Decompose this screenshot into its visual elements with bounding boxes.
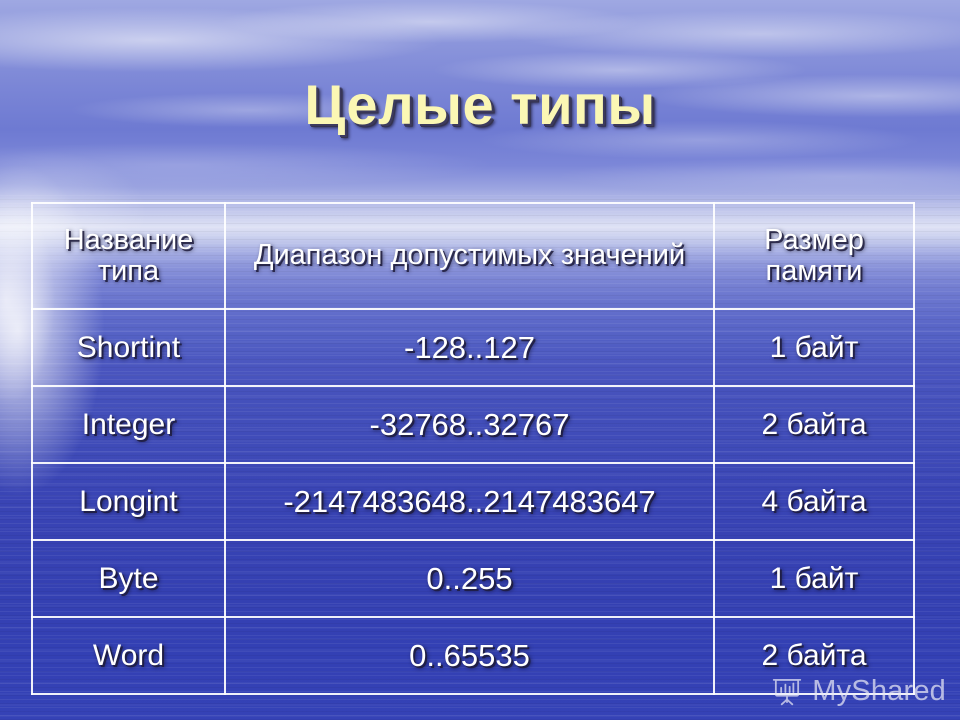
slide-title: Целые типы — [304, 73, 656, 136]
cell-memory-size: 1 байт — [713, 308, 915, 387]
table-row: Word 0..65535 2 байта — [31, 616, 915, 695]
table-row: Integer -32768..32767 2 байта — [31, 385, 915, 464]
slide: Целые типы Название типа Диапазон допуст… — [0, 0, 960, 720]
table-header-row: Название типа Диапазон допустимых значен… — [31, 202, 915, 310]
cell-value-range: -128..127 — [224, 308, 715, 387]
cell-value-range: -32768..32767 — [224, 385, 715, 464]
cell-memory-size: 2 байта — [713, 385, 915, 464]
cell-value-range: 0..255 — [224, 539, 715, 618]
table-row: Shortint -128..127 1 байт — [31, 308, 915, 387]
cell-value-range: -2147483648..2147483647 — [224, 462, 715, 541]
table-row: Longint -2147483648..2147483647 4 байта — [31, 462, 915, 541]
column-header-memory-size: Размер памяти — [713, 202, 915, 310]
cell-memory-size: 2 байта — [713, 616, 915, 695]
integer-types-table: Название типа Диапазон допустимых значен… — [31, 202, 915, 695]
table-row: Byte 0..255 1 байт — [31, 539, 915, 618]
table-body: Shortint -128..127 1 байт Integer -32768… — [31, 308, 915, 695]
cell-type-name: Byte — [31, 539, 226, 618]
cell-value-range: 0..65535 — [224, 616, 715, 695]
column-header-value-range: Диапазон допустимых значений — [224, 202, 715, 310]
cell-memory-size: 4 байта — [713, 462, 915, 541]
cell-type-name: Longint — [31, 462, 226, 541]
types-table-container: Название типа Диапазон допустимых значен… — [31, 202, 915, 695]
cell-type-name: Integer — [31, 385, 226, 464]
cell-memory-size: 1 байт — [713, 539, 915, 618]
column-header-type-name: Название типа — [31, 202, 226, 310]
cell-type-name: Word — [31, 616, 226, 695]
table-header: Название типа Диапазон допустимых значен… — [31, 202, 915, 310]
cell-type-name: Shortint — [31, 308, 226, 387]
